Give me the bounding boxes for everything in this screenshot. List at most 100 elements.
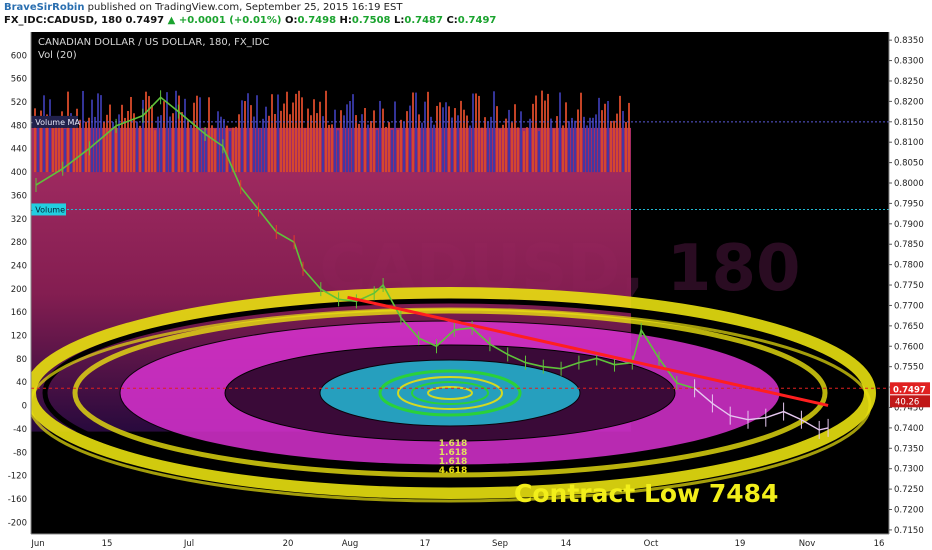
volume-bar (370, 120, 372, 173)
volume-tick-label: 480 (11, 121, 27, 131)
author-link[interactable]: BraveSirRobin (4, 2, 84, 13)
last-volume-tag: 40.26 (890, 395, 930, 408)
volume-tick-label: -80 (13, 448, 27, 458)
x-tick-label: Oct (644, 539, 659, 549)
price-tick-label: 0.8150 (894, 118, 924, 128)
volume-bar (91, 99, 93, 173)
volume-bar (610, 120, 612, 173)
volume-bar (298, 90, 300, 173)
volume-bar (52, 128, 54, 173)
volume-bar (139, 125, 141, 173)
x-tick-label: 14 (561, 539, 572, 549)
volume-bar (409, 105, 411, 173)
volume-bar (472, 93, 474, 173)
volume-bar (436, 105, 438, 173)
volume-bar (421, 122, 423, 173)
volume-bar (469, 125, 471, 173)
x-tick-label: 20 (283, 539, 294, 549)
volume-bar (445, 102, 447, 173)
volume-bar (226, 125, 228, 173)
volume-bar (562, 125, 564, 173)
volume-tick-label: 120 (11, 332, 27, 342)
volume-tick-label: 600 (11, 51, 27, 61)
last-price: 0.7497 (125, 15, 165, 26)
volume-bar (295, 93, 297, 173)
volume-bar (325, 90, 327, 173)
volume-bar (235, 126, 237, 173)
volume-bar (607, 100, 609, 173)
price-tick-label: 0.7300 (894, 465, 924, 475)
open-value: 0.7498 (297, 15, 337, 26)
price-tick-label: 0.7550 (894, 363, 924, 373)
volume-bar (565, 102, 567, 173)
change-value: +0.0001 (+0.01%) (178, 15, 282, 26)
fib-label: 4.618 (439, 466, 467, 476)
volume-bar (190, 124, 192, 173)
volume-bar (523, 131, 525, 173)
volume-bar (259, 128, 261, 173)
price-tick-label: 0.7700 (894, 301, 924, 311)
x-tick-label: Nov (799, 539, 816, 549)
volume-bar (277, 94, 279, 173)
volume-bar (397, 130, 399, 173)
volume-bar (424, 101, 426, 173)
x-tick-label: 16 (874, 539, 885, 549)
volume-bar (517, 127, 519, 173)
volume-bar (286, 91, 288, 173)
volume-bar (193, 102, 195, 173)
price-chart[interactable]: CADUSD, 180 1.6181.6181.6184.618Contract… (0, 28, 932, 550)
volume-bar (484, 117, 486, 173)
high-value: 0.7508 (351, 15, 391, 26)
volume-bar (181, 112, 183, 173)
volume-bar (250, 105, 252, 173)
volume-bar (475, 93, 477, 173)
annotation-text: Contract Low 7484 (514, 479, 778, 508)
volume-bar (334, 109, 336, 173)
volume-bar (118, 114, 120, 173)
price-tick-label: 0.7950 (894, 199, 924, 209)
volume-bar (109, 104, 111, 173)
volume-bar (361, 114, 363, 173)
volume-tick-label: 360 (11, 191, 27, 201)
volume-bar (385, 126, 387, 173)
volume-bar (415, 92, 417, 173)
volume-bar (364, 108, 366, 173)
volume-bar (538, 131, 540, 173)
volume-bar (214, 129, 216, 173)
volume-bar (529, 118, 531, 173)
volume-bar (379, 100, 381, 173)
volume-bar (406, 111, 408, 173)
volume-bar (403, 121, 405, 173)
volume-bar (166, 92, 168, 173)
volume-bar (160, 115, 162, 173)
volume-bar (505, 118, 507, 173)
volume-bar (373, 110, 375, 173)
price-tick-label: 0.8100 (894, 138, 924, 148)
price-tick-label: 0.8350 (894, 36, 924, 46)
volume-bar (106, 114, 108, 173)
volume-bar (97, 93, 99, 173)
volume-tick-label: 520 (11, 98, 27, 108)
volume-tick-label: 560 (11, 75, 27, 85)
volume-bar (520, 111, 522, 173)
volume-bar (256, 95, 258, 173)
volume-tick-label: -120 (8, 472, 27, 482)
volume-bar (559, 92, 561, 173)
volume-bar (430, 116, 432, 173)
volume-bar (481, 127, 483, 173)
volume-bar (547, 93, 549, 173)
volume-bar (388, 122, 390, 173)
volume-tick-label: 160 (11, 308, 27, 318)
up-arrow-icon: ▲ (167, 15, 176, 26)
volume-bar (487, 121, 489, 173)
volume-tick-label: 240 (11, 261, 27, 271)
volume-bar (280, 110, 282, 173)
volume-bar (622, 110, 624, 173)
volume-bar (448, 106, 450, 173)
volume-bar (394, 101, 396, 173)
volume-bar (463, 109, 465, 173)
volume-bar (427, 91, 429, 173)
x-tick-label: 15 (102, 539, 113, 549)
last-price-tag-text: 0.7497 (893, 385, 926, 395)
volume-bar (241, 100, 243, 173)
